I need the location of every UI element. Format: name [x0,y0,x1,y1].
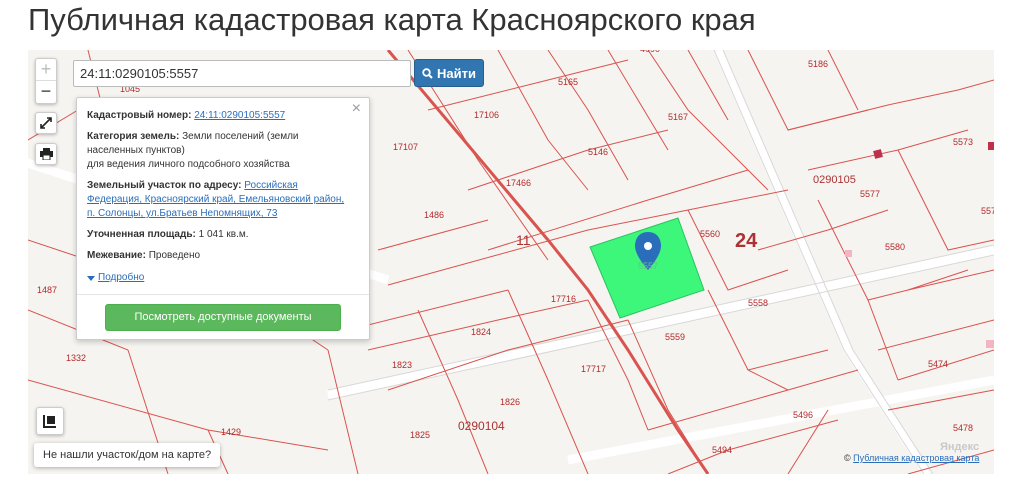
parcel-label: 17717 [581,364,606,374]
area-row: Уточненная площадь: 1 041 кв.м. [87,228,359,242]
quarter-label: 0290105 [813,174,856,186]
quarter-label: 0290104 [458,419,505,433]
parcel-label: 5478 [953,423,973,433]
survey-row: Межевание: Проведено [87,249,359,263]
search-button-label: Найти [437,65,476,81]
address-link[interactable]: Российская [244,180,298,191]
parcel-label: 5146 [588,147,608,157]
cadastral-number-label: Кадастровый номер: [87,110,192,121]
land-category-row: Категория земель: Земли поселений (земли… [87,130,359,172]
copyright-symbol: © [844,453,851,463]
land-use-value: для ведения личного подсобного хозяйства [87,159,290,170]
area-value: 1 041 кв.м. [198,229,249,240]
parcel-label: 17107 [393,142,418,152]
parcel-label: 1825 [410,430,430,440]
parcel-label: 5560 [700,229,720,239]
parcel-label: 5573 [953,137,973,147]
survey-label: Межевание: [87,250,146,261]
attribution-link[interactable]: Публичная кадастровая карта [853,453,979,463]
district-label: 24 [735,230,758,252]
parcel-label: 5577 [860,189,880,199]
divider [77,293,369,295]
printer-icon [39,148,53,160]
parcel-label: 5474 [928,359,948,369]
parcel-label: 17466 [506,178,531,188]
layers-button[interactable] [36,407,64,435]
search-button[interactable]: Найти [414,59,484,87]
parcel-label: 4090 [640,50,660,54]
chevron-down-icon [87,275,95,281]
parcel-label: 5186 [808,59,828,69]
parcel-label: 1824 [471,327,491,337]
parcel-label: 5559 [665,332,685,342]
print-button[interactable] [35,143,57,165]
search-icon [422,67,433,79]
parcel-label: 1486 [424,210,444,220]
cadastral-number-row: Кадастровый номер: 24:11:0290105:5557 [87,109,359,123]
parcel-label: 1826 [500,397,520,407]
parcel-label: 557 [981,206,994,216]
address-row: Земельный участок по адресу: Российская … [87,179,359,221]
parcel-label: 5165 [558,77,578,87]
parcel-label: 17106 [474,110,499,120]
page-title: Публичная кадастровая карта Красноярског… [28,2,756,37]
yandex-logo: Яндекс [940,441,980,453]
area-label: Уточненная площадь: [87,229,196,240]
address-link[interactable]: Федерация, Красноярский край, Емельяновс… [87,194,344,205]
parcel-label: 5494 [712,445,732,455]
district-label: 11 [516,232,531,248]
zoom-in-button[interactable]: + [36,59,56,81]
not-found-button[interactable]: Не нашли участок/дом на карте? [34,443,221,467]
zoom-out-button[interactable]: − [36,81,56,103]
cadastral-search-input[interactable] [73,60,411,87]
cadastral-number-link[interactable]: 24:11:0290105:5557 [194,110,285,121]
parcel-label: 1429 [221,427,241,437]
address-link[interactable]: п. Солонцы, ул.Братьев Непомнящих, 73 [87,208,277,219]
parcel-label: 5496 [793,410,813,420]
zoom-control: + − [35,58,57,104]
parcel-label: 5580 [885,242,905,252]
layers-icon [43,415,56,428]
expand-icon [40,117,52,129]
land-category-label: Категория земель: [87,131,180,142]
map-attribution: © Публичная кадастровая карта [844,453,979,463]
parcel-label: 17716 [551,294,576,304]
parcel-label: 5558 [748,298,768,308]
close-icon[interactable]: × [352,101,361,117]
land-category-value: населенных пунктов) [87,145,185,156]
more-details-link[interactable]: Подробно [87,271,144,285]
parcel-label: 1823 [392,360,412,370]
view-documents-button[interactable]: Посмотреть доступные документы [105,303,341,331]
parcel-label: 5167 [668,112,688,122]
fullscreen-button[interactable] [35,112,57,134]
parcel-label: 1332 [66,353,86,363]
parcel-info-popup: × Кадастровый номер: 24:11:0290105:5557 … [76,97,370,340]
parcel-label: 5557 [638,261,658,271]
address-label: Земельный участок по адресу: [87,180,242,191]
parcel-label: 1487 [37,285,57,295]
survey-value: Проведено [148,250,201,261]
more-details-label: Подробно [98,272,145,283]
land-category-value: Земли поселений (земли [182,131,299,142]
